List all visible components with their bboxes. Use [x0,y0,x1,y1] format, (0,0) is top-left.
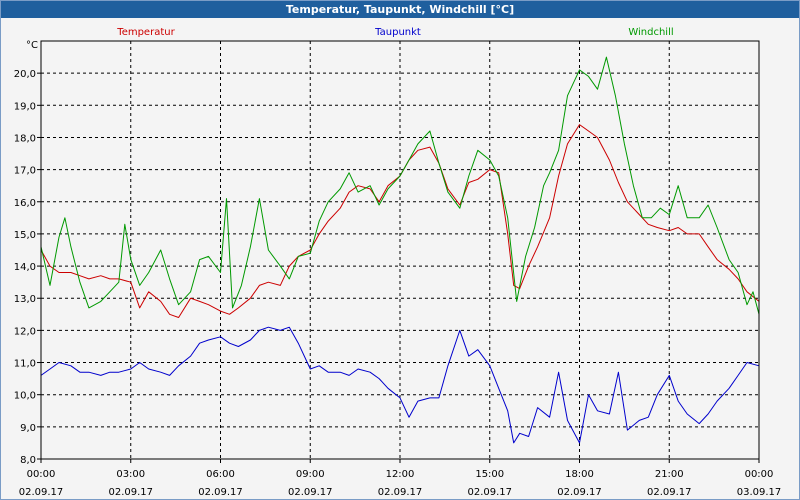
chart-window: Temperatur, Taupunkt, Windchill [°C] °C … [0,0,800,500]
x-tick-time-label: 21:00 [655,469,684,480]
y-tick-label: 9,0 [20,423,36,434]
x-tick-time-label: 00:00 [27,469,56,480]
x-tick-date-label: 02.09.17 [198,487,243,498]
y-tick-label: 15,0 [14,230,36,241]
y-unit-label: °C [26,40,38,51]
y-tick-label: 11,0 [14,359,36,370]
y-tick-label: 8,0 [20,455,36,466]
x-tick-date-label: 02.09.17 [557,487,602,498]
x-tick-date-label: 02.09.17 [467,487,512,498]
x-tick-date-label: 03.09.17 [737,487,782,498]
y-tick-label: 17,0 [14,166,36,177]
line-chart: °C Temperatur Taupunkt Windchill 8,0 9,0 10,… [14,27,782,498]
y-tick-label: 13,0 [14,294,36,305]
x-tick-date-label: 02.09.17 [108,487,153,498]
x-tick-date-label: 02.09.17 [288,487,333,498]
x-tick-time-label: 09:00 [296,469,325,480]
x-tick-time-label: 15:00 [475,469,504,480]
x-tick-time-label: 00:00 [745,469,774,480]
legend-taupunkt: Taupunkt [374,27,421,38]
x-tick-time-label: 03:00 [116,469,145,480]
y-tick-label: 16,0 [14,198,36,209]
y-tick-label: 12,0 [14,326,36,337]
x-tick-date-label: 02.09.17 [19,487,64,498]
x-tick-date-label: 02.09.17 [378,487,423,498]
legend-temperatur: Temperatur [116,27,175,38]
x-tick-time-label: 18:00 [565,469,594,480]
window-title: Temperatur, Taupunkt, Windchill [°C] [1,1,799,18]
y-tick-label: 10,0 [14,391,36,402]
y-tick-label: 19,0 [14,101,36,112]
x-tick-time-label: 12:00 [386,469,415,480]
legend-windchill: Windchill [628,27,673,38]
x-tick-date-label: 02.09.17 [647,487,692,498]
y-tick-label: 18,0 [14,133,36,144]
y-tick-label: 14,0 [14,262,36,273]
x-tick-time-label: 06:00 [206,469,235,480]
y-tick-label: 20,0 [14,69,36,80]
